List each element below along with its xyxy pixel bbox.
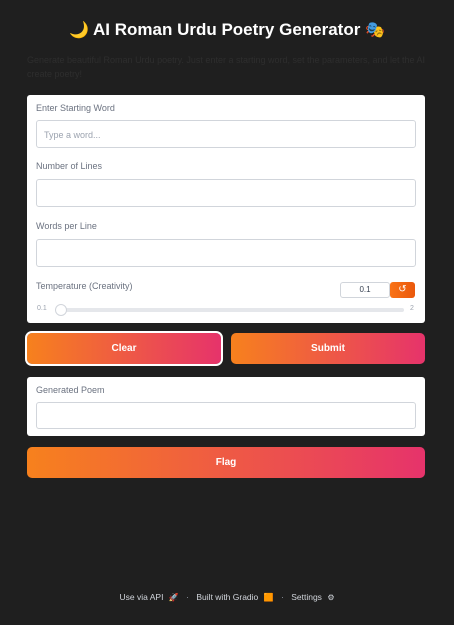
submit-button[interactable]: Submit <box>231 333 425 364</box>
theater-masks-icon: 🎭 <box>365 22 385 39</box>
settings-link[interactable]: Settings <box>291 592 322 602</box>
start-word-label: Enter Starting Word <box>36 103 115 113</box>
flag-button[interactable]: Flag <box>27 447 425 478</box>
output-panel: Generated Poem <box>27 377 425 436</box>
page-description: Generate beautiful Roman Urdu poetry. Ju… <box>27 55 426 79</box>
generated-poem-output[interactable] <box>36 402 416 429</box>
generated-poem-label: Generated Poem <box>36 385 105 395</box>
built-with-gradio-link[interactable]: Built with Gradio <box>196 592 258 602</box>
num-lines-input[interactable] <box>36 179 416 207</box>
slider-max-label: 2 <box>410 305 414 312</box>
input-panel: Enter Starting Word Type a word... Numbe… <box>27 95 425 323</box>
temperature-label: Temperature (Creativity) <box>36 281 133 291</box>
reset-icon[interactable]: ↺ <box>390 282 415 298</box>
moon-icon: 🌙 <box>69 22 89 39</box>
temperature-slider[interactable] <box>55 304 404 316</box>
gradio-logo-icon: 🟧 <box>263 593 274 602</box>
words-per-line-input[interactable] <box>36 239 416 267</box>
footer: Use via API 🚀 · Built with Gradio 🟧 · Se… <box>0 592 454 602</box>
page-title: 🌙 AI Roman Urdu Poetry Generator 🎭 <box>0 20 454 40</box>
start-word-input[interactable]: Type a word... <box>36 120 416 148</box>
clear-button[interactable]: Clear <box>25 331 223 366</box>
footer-separator: · <box>186 592 190 602</box>
slider-min-label: 0.1 <box>37 305 47 312</box>
gear-icon: ⚙ <box>327 593 335 602</box>
footer-separator: · <box>281 592 284 602</box>
rocket-icon: 🚀 <box>168 593 179 602</box>
slider-thumb[interactable] <box>55 304 67 316</box>
words-per-line-label: Words per Line <box>36 221 97 231</box>
temperature-number-input[interactable]: 0.1 <box>340 282 390 298</box>
use-via-api-link[interactable]: Use via API <box>120 592 164 602</box>
page-title-text: AI Roman Urdu Poetry Generator <box>93 20 361 39</box>
num-lines-label: Number of Lines <box>36 161 103 171</box>
